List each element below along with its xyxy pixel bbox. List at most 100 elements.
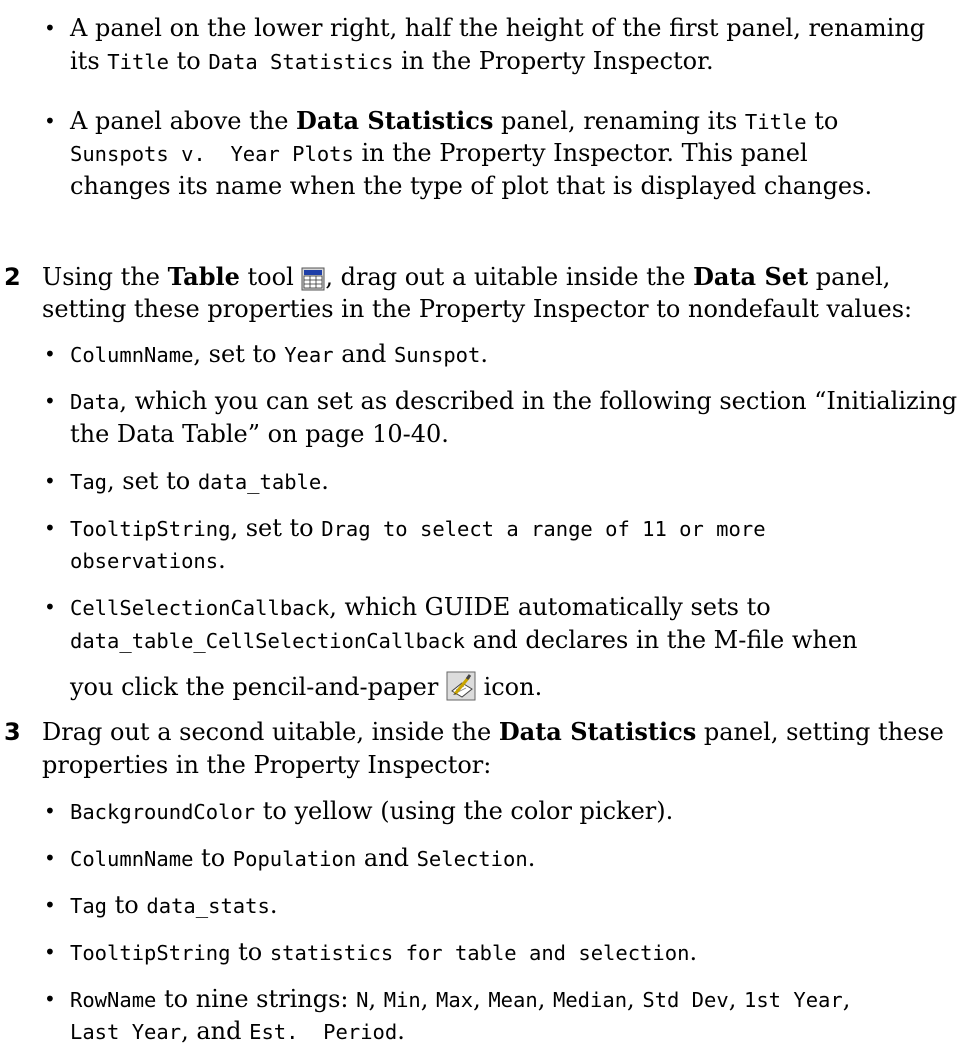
text-run: in the Property Inspector. This panel (353, 139, 808, 167)
bullet-marker: • (44, 16, 56, 40)
bold-term: Table (167, 262, 240, 291)
text-line: you click the pencil-and-paper icon. (70, 671, 542, 709)
text-run: to (806, 107, 839, 135)
code-term: Title (107, 50, 169, 74)
text-line: TooltipString, set to Drag to select a r… (70, 512, 766, 545)
code-term: 1st Year (743, 988, 843, 1012)
bullet-marker: • (44, 987, 56, 1011)
bullet-marker: • (44, 109, 56, 133)
text-run: the Data Table” on page 10-40. (70, 420, 449, 448)
code-term: data_table (197, 470, 322, 494)
text-run: . (527, 844, 536, 872)
code-term: statistics for table and selection (269, 941, 690, 965)
text-run: , set to (193, 340, 285, 368)
code-term: TooltipString (70, 517, 231, 541)
text-line: CellSelectionCallback, which GUIDE autom… (70, 591, 771, 624)
text-run: , and (181, 1017, 250, 1045)
text-line: setting these properties in the Property… (42, 293, 912, 325)
code-term: ColumnName (70, 343, 194, 367)
step-number: 3 (4, 718, 21, 746)
code-term: Max (436, 988, 474, 1012)
text-run: setting these properties in the Property… (42, 295, 913, 323)
text-run: A panel on the lower right, half the hei… (70, 14, 926, 42)
bullet-marker: • (44, 342, 56, 366)
text-line: ColumnName to Population and Selection. (70, 842, 535, 875)
code-term: RowName (70, 988, 157, 1012)
text-line: its Title to Data Statistics in the Prop… (70, 45, 714, 78)
text-line: properties in the Property Inspector: (42, 749, 491, 781)
text-run: , (420, 985, 437, 1013)
text-run: to (107, 891, 147, 919)
text-run: changes its name when the type of plot t… (70, 172, 873, 200)
text-run: and (333, 340, 394, 368)
code-term: Est. Period (249, 1020, 398, 1044)
code-term: ColumnName (70, 847, 194, 871)
text-run: its (70, 47, 108, 75)
bold-term: Data Set (693, 262, 809, 291)
bullet-marker: • (44, 469, 56, 493)
text-run: . (269, 891, 278, 919)
text-line: TooltipString to statistics for table an… (70, 936, 697, 969)
bullet-marker: • (44, 516, 56, 540)
text-run: properties in the Property Inspector: (42, 751, 492, 779)
bullet-marker: • (44, 595, 56, 619)
text-run: panel, renaming its (493, 107, 745, 135)
code-term: Data Statistics (208, 50, 394, 74)
code-term: Sunspots v. Year Plots (70, 142, 354, 166)
text-run: in the Property Inspector. (393, 47, 714, 75)
text-run: , set to (107, 467, 198, 495)
code-term: N (356, 988, 369, 1012)
code-term: BackgroundColor (70, 800, 256, 824)
text-run: . (218, 546, 226, 574)
text-run: , set to (230, 514, 322, 542)
text-run: . (321, 467, 329, 495)
text-run: , (473, 985, 489, 1013)
code-term: Year (284, 343, 334, 367)
code-term: data_table_CellSelectionCallback (70, 629, 465, 653)
code-term: observations (70, 549, 219, 573)
text-run: , which you can set as described in the … (119, 387, 958, 415)
text-run: to (168, 47, 209, 75)
text-line: BackgroundColor to yellow (using the col… (70, 795, 673, 828)
text-line: observations. (70, 544, 226, 577)
text-run: panel, (808, 263, 891, 291)
code-term: Data (70, 390, 120, 414)
step-number: 2 (4, 263, 21, 291)
text-run: and (356, 844, 417, 872)
text-line: Sunspots v. Year Plots in the Property I… (70, 137, 808, 170)
text-run: you click the pencil-and-paper (70, 673, 446, 701)
code-term: Title (744, 110, 807, 134)
bullet-marker: • (44, 799, 56, 823)
text-line: the Data Table” on page 10-40. (70, 418, 449, 450)
code-term: Std Dev (642, 988, 729, 1012)
text-run: . (480, 340, 489, 368)
text-run: . (397, 1017, 405, 1045)
code-term: CellSelectionCallback (70, 596, 330, 620)
code-term: Tag (70, 894, 108, 918)
text-line: ColumnName, set to Year and Sunspot. (70, 338, 488, 371)
text-line: data_table_CellSelectionCallback and dec… (70, 624, 858, 657)
pencil-paper-icon (446, 671, 476, 709)
text-run: A panel above the (70, 107, 297, 135)
text-run: , (842, 985, 851, 1013)
code-term: Population (232, 847, 357, 871)
text-line: Data, which you can set as described in … (70, 385, 957, 418)
text-run: , (368, 985, 384, 1013)
bullet-marker: • (44, 389, 56, 413)
text-line: Tag, set to data_table. (70, 465, 329, 498)
code-term: Sunspot (393, 343, 481, 367)
text-line: Last Year, and Est. Period. (70, 1015, 405, 1048)
bold-term: Data Statistics (498, 717, 697, 746)
code-term: Selection (416, 847, 528, 871)
code-term: Drag to select a range of 11 or more (321, 517, 766, 541)
bullet-marker: • (44, 940, 56, 964)
text-run: , which GUIDE automatically sets to (329, 593, 771, 621)
code-term: Median (552, 988, 628, 1012)
text-run: , drag out a uitable inside the (325, 263, 694, 291)
text-line: A panel above the Data Statistics panel,… (70, 105, 838, 138)
text-line: Tag to data_stats. (70, 889, 277, 922)
text-run: panel, setting these (696, 718, 944, 746)
code-term: Min (383, 988, 421, 1012)
text-run: to (193, 844, 233, 872)
text-line: A panel on the lower right, half the hei… (70, 12, 925, 44)
